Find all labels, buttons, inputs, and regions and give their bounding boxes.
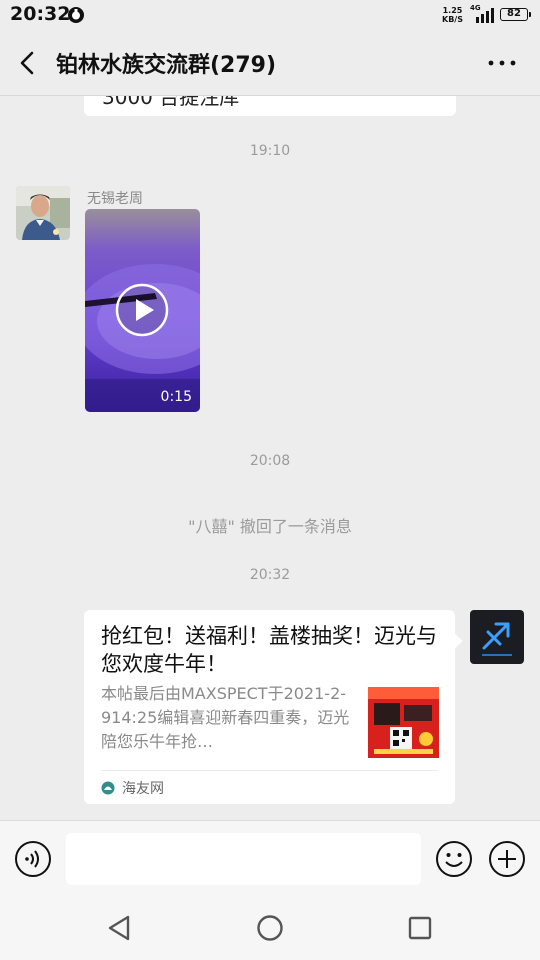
- status-time: 20:32: [10, 3, 71, 25]
- link-card-title: 抢红包！送福利！盖楼抽奖！迈光与您欢度牛年！: [101, 624, 437, 676]
- triangle-back-icon[interactable]: [106, 914, 134, 942]
- net-speed: 1.25 KB/S: [442, 6, 463, 24]
- chat-header: 铂林水族交流群(279): [0, 30, 540, 96]
- avatar-photo-icon: [16, 186, 70, 240]
- link-card-message[interactable]: 抢红包！送福利！盖楼抽奖！迈光与您欢度牛年！ 本帖最后由MAXSPECT于202…: [84, 610, 455, 804]
- status-bar: 20:32 1.25 KB/S 4G 82: [0, 0, 540, 30]
- video-duration: 0:15: [160, 389, 192, 405]
- plus-icon[interactable]: [488, 840, 526, 878]
- voice-icon[interactable]: [14, 840, 52, 878]
- app-notification-icon: [68, 7, 84, 23]
- previous-message-card[interactable]: 3000 台提注库: [84, 96, 456, 116]
- avatar[interactable]: [16, 186, 70, 240]
- previous-message-text: 3000 台提注库: [102, 96, 240, 109]
- play-icon[interactable]: [115, 283, 169, 337]
- timestamp: 20:32: [249, 567, 291, 583]
- message-list[interactable]: 3000 台提注库 19:10 无锡老周 0:15 20:08 "八囍" 撤回了…: [0, 96, 540, 820]
- message-input[interactable]: [66, 833, 421, 885]
- sagittarius-logo-icon: [470, 610, 524, 664]
- link-card-source: 海友网: [122, 781, 164, 797]
- sender-name: 无锡老周: [87, 191, 143, 207]
- my-avatar[interactable]: [470, 610, 524, 664]
- emoji-icon[interactable]: [435, 840, 473, 878]
- signal-icon: [476, 8, 494, 23]
- square-recent-icon[interactable]: [406, 914, 434, 942]
- timestamp: 20:08: [249, 453, 291, 469]
- video-message[interactable]: 0:15: [85, 209, 200, 412]
- chevron-left-icon[interactable]: [14, 48, 42, 78]
- net-speed-value: 1.25: [442, 6, 463, 15]
- battery-icon: 82: [500, 8, 531, 21]
- source-logo-icon: [101, 781, 115, 795]
- link-card-description: 本帖最后由MAXSPECT于2021-2-914:25编辑喜迎新春四重奏，迈光陪…: [101, 684, 350, 751]
- system-navigation-bar: [0, 898, 540, 960]
- input-bar: [0, 820, 540, 898]
- divider: [101, 770, 438, 771]
- promo-thumbnail-icon: [368, 687, 439, 758]
- more-dots-icon[interactable]: [486, 48, 518, 78]
- link-card-thumbnail: [368, 687, 439, 758]
- recall-notice: "八囍" 撤回了一条消息: [188, 517, 352, 536]
- circle-home-icon[interactable]: [256, 914, 284, 942]
- net-speed-unit: KB/S: [442, 15, 463, 24]
- bubble-tail: [455, 634, 463, 648]
- timestamp: 19:10: [249, 143, 291, 159]
- page-title: 铂林水族交流群(279): [56, 53, 277, 78]
